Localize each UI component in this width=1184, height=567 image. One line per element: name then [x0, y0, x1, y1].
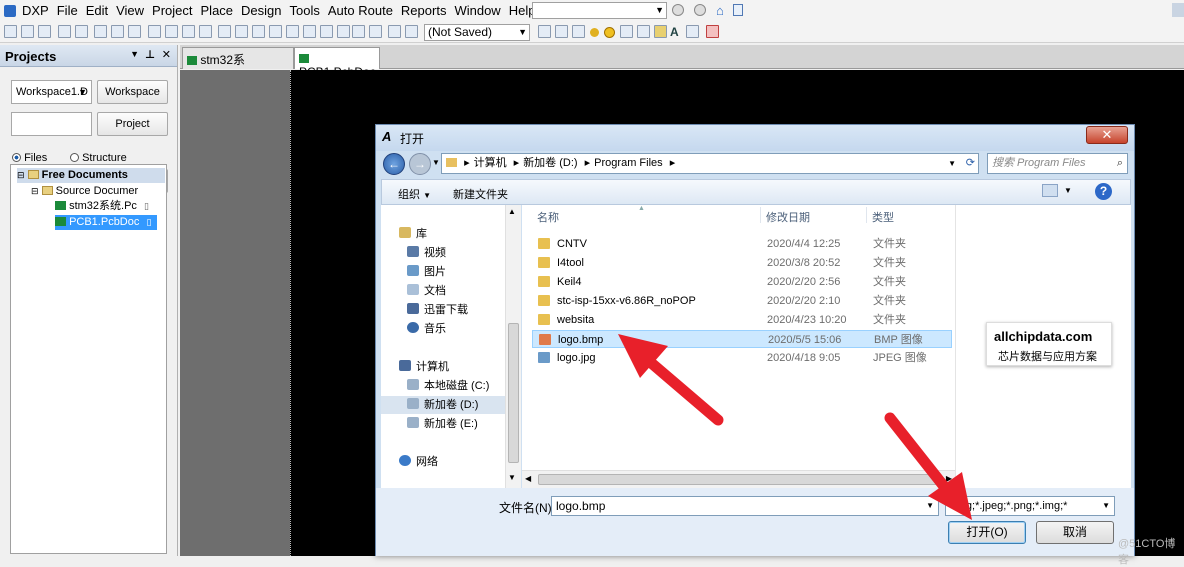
annotation-arrows: [618, 334, 972, 520]
arrow-to-open-button-icon: [884, 412, 972, 520]
arrow-to-file-icon: [618, 334, 724, 426]
